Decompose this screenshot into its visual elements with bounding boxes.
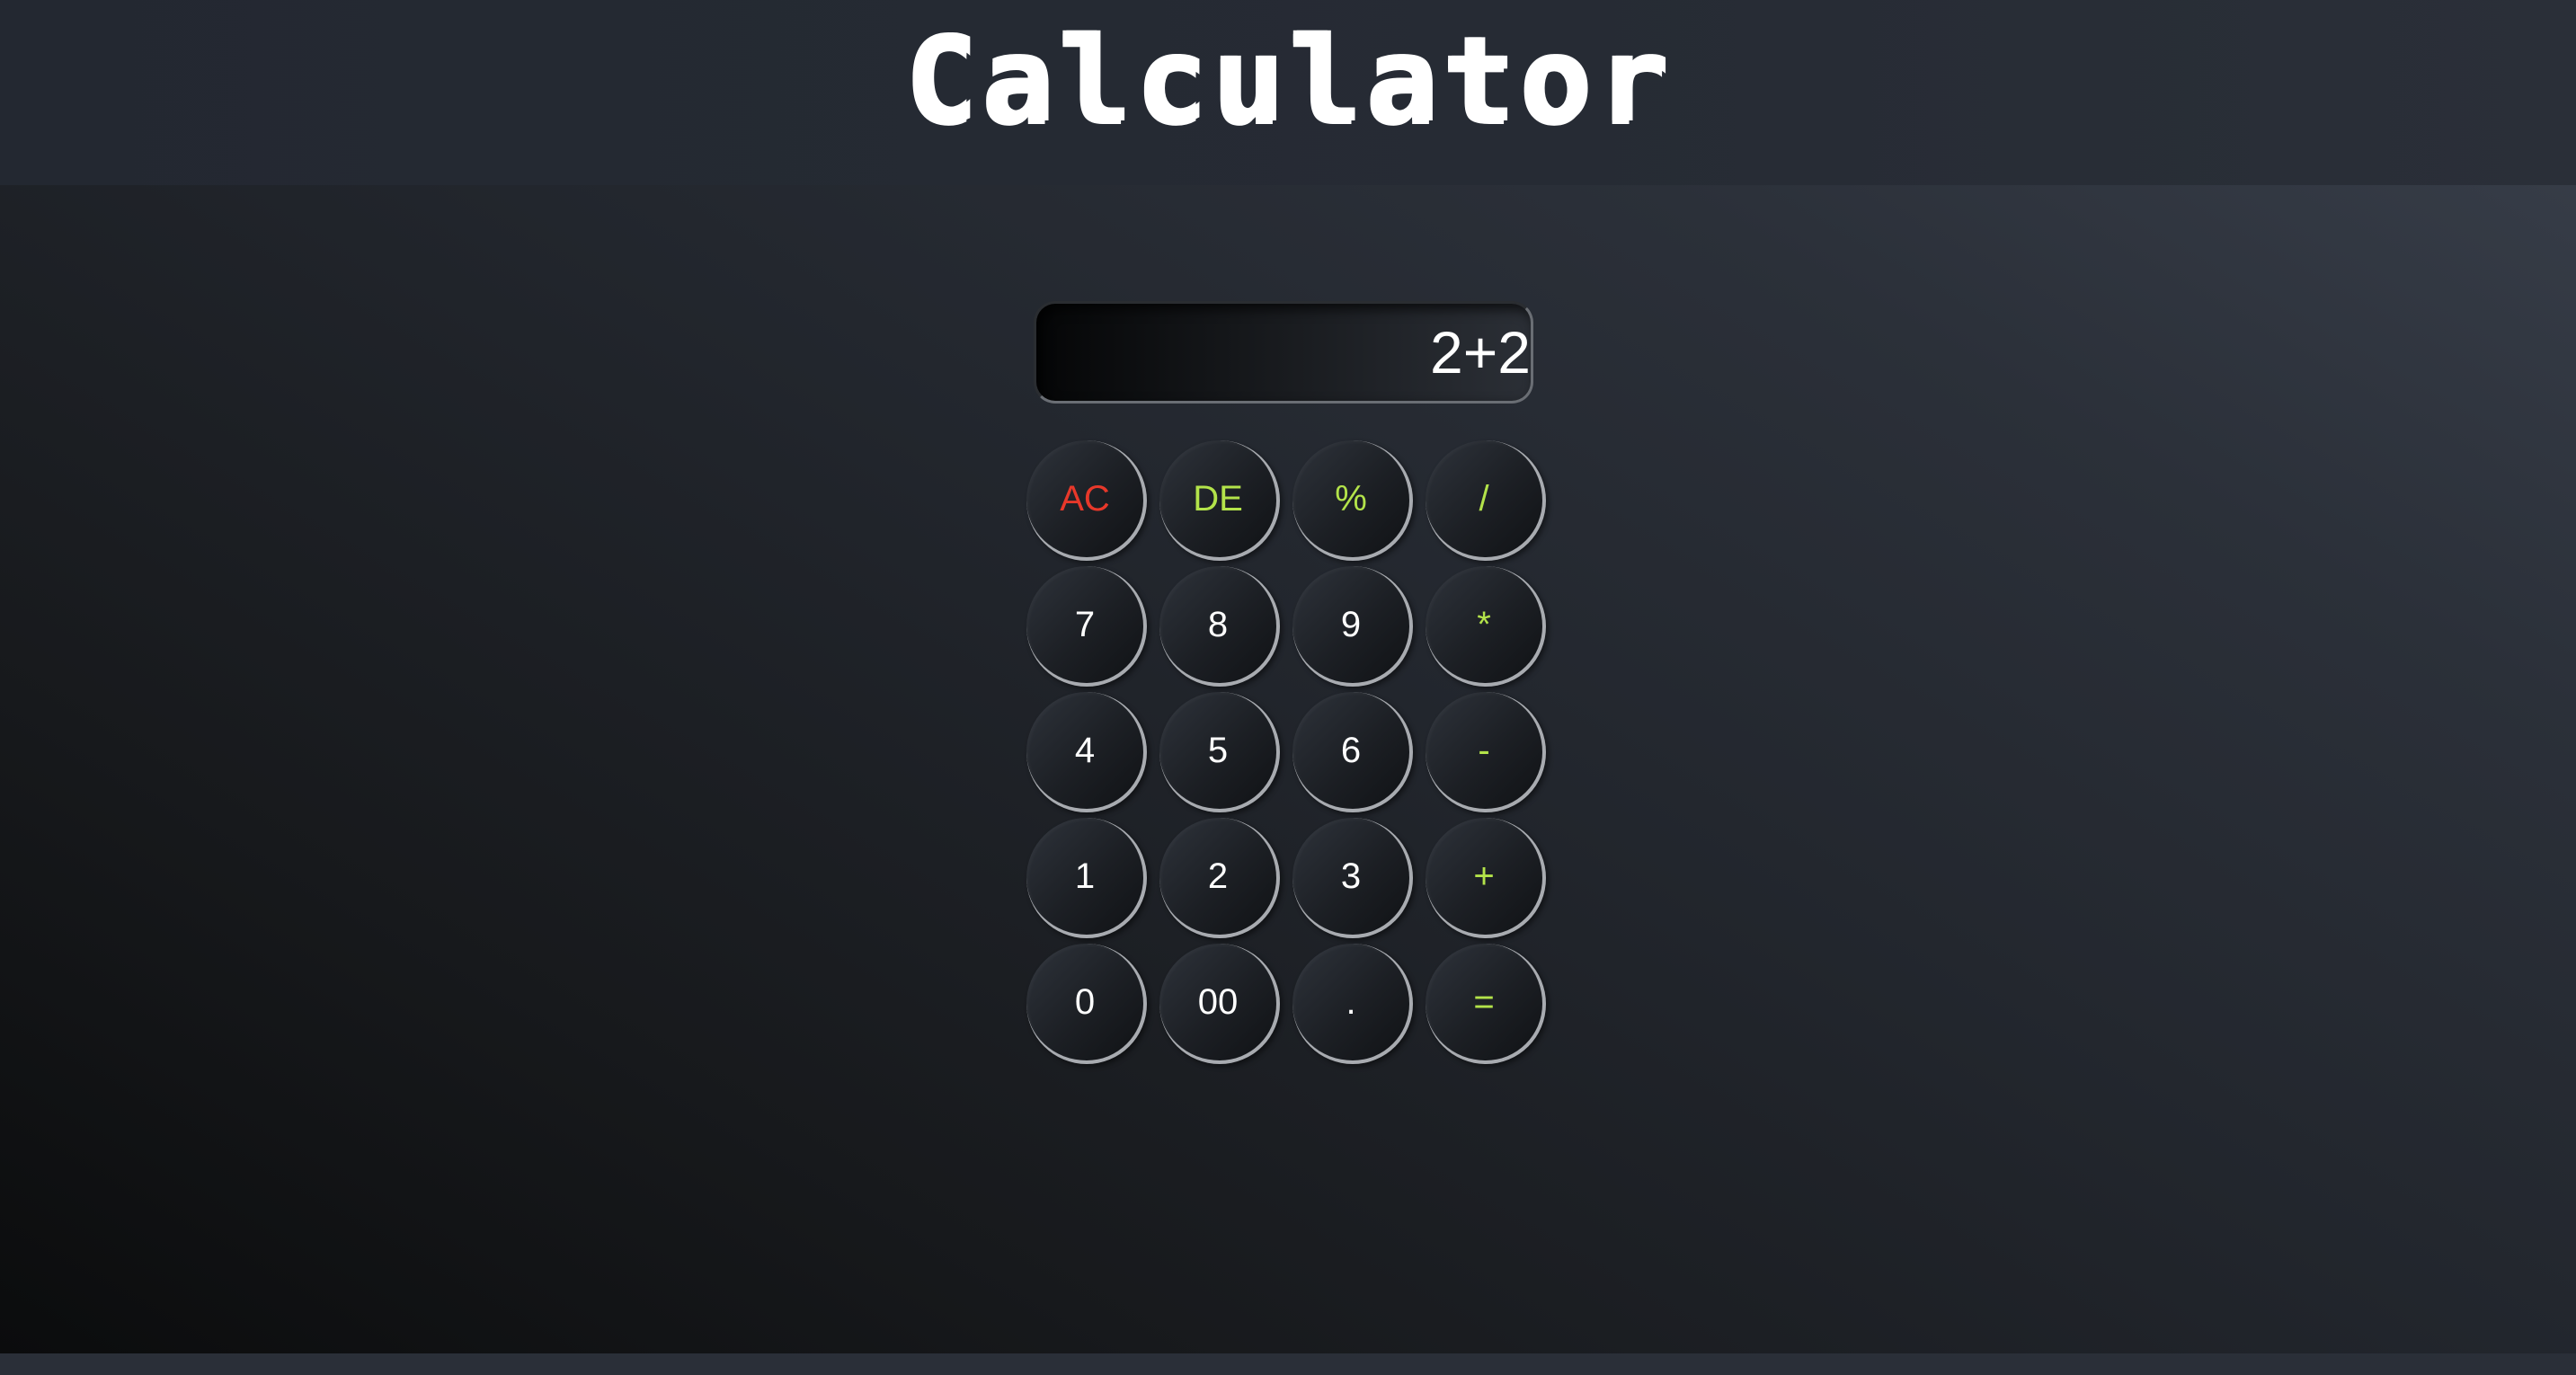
- digit-8-button[interactable]: 8: [1159, 566, 1280, 687]
- digit-4-button[interactable]: 4: [1026, 692, 1147, 812]
- equals-button[interactable]: =: [1426, 944, 1546, 1064]
- digit-3-button[interactable]: 3: [1292, 818, 1413, 938]
- divide-button[interactable]: /: [1426, 440, 1546, 561]
- subtract-button[interactable]: -: [1426, 692, 1546, 812]
- footer-bar: [0, 1353, 2576, 1375]
- calculator-display: 2+2: [1034, 301, 1533, 404]
- multiply-button[interactable]: *: [1426, 566, 1546, 687]
- header-bar: Calculator: [0, 0, 2576, 185]
- digit-6-button[interactable]: 6: [1292, 692, 1413, 812]
- page-title: Calculator: [903, 11, 1673, 149]
- digit-0-button[interactable]: 0: [1026, 944, 1147, 1064]
- decimal-point-button[interactable]: .: [1292, 944, 1413, 1064]
- keypad: AC DE % / 7 8 9 * 4 5 6 - 1 2 3 + 0 00 .…: [1026, 440, 1548, 1064]
- add-button[interactable]: +: [1426, 818, 1546, 938]
- delete-button[interactable]: DE: [1159, 440, 1280, 561]
- double-zero-button[interactable]: 00: [1159, 944, 1280, 1064]
- digit-2-button[interactable]: 2: [1159, 818, 1280, 938]
- digit-9-button[interactable]: 9: [1292, 566, 1413, 687]
- percent-button[interactable]: %: [1292, 440, 1413, 561]
- digit-1-button[interactable]: 1: [1026, 818, 1147, 938]
- display-value: 2+2: [1430, 319, 1531, 386]
- digit-5-button[interactable]: 5: [1159, 692, 1280, 812]
- digit-7-button[interactable]: 7: [1026, 566, 1147, 687]
- all-clear-button[interactable]: AC: [1026, 440, 1147, 561]
